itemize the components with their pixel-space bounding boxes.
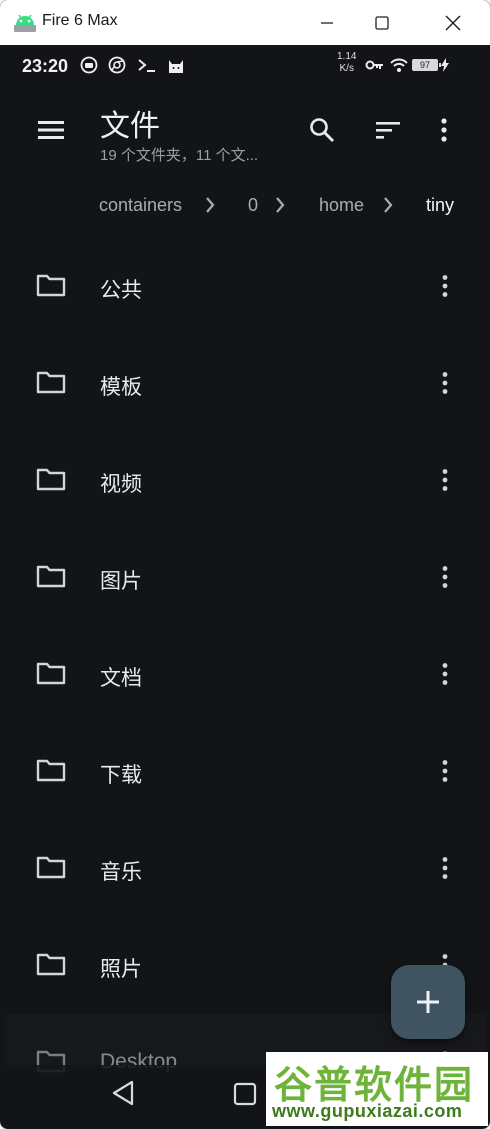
window-title-bar[interactable]: Fire 6 Max bbox=[0, 0, 490, 45]
file-row[interactable]: 公共 bbox=[4, 238, 486, 335]
file-name: 下载 bbox=[100, 764, 142, 787]
folder-icon bbox=[36, 662, 66, 685]
page-subtitle: 19 个文件夹，11 个文... bbox=[100, 147, 259, 164]
plus-icon bbox=[417, 991, 439, 1013]
minimize-button[interactable] bbox=[312, 8, 342, 38]
file-row[interactable]: 模板 bbox=[4, 335, 486, 432]
notification-icon bbox=[80, 56, 98, 74]
search-button[interactable] bbox=[304, 112, 340, 148]
file-more-button[interactable] bbox=[430, 753, 460, 789]
file-row[interactable]: 下载 bbox=[4, 723, 486, 820]
chevron-right-icon bbox=[384, 197, 393, 213]
file-name: 公共 bbox=[100, 279, 142, 302]
maximize-button[interactable] bbox=[367, 8, 397, 38]
window-title: Fire 6 Max bbox=[42, 12, 118, 29]
overflow-menu-button[interactable] bbox=[426, 112, 462, 148]
more-vert-icon bbox=[442, 275, 448, 297]
file-row[interactable]: 文档 bbox=[4, 626, 486, 723]
breadcrumb-current[interactable]: tiny bbox=[426, 195, 454, 216]
maximize-icon bbox=[375, 16, 389, 30]
cat-icon bbox=[169, 60, 183, 73]
folder-icon bbox=[36, 371, 66, 394]
file-name: 文档 bbox=[100, 667, 142, 690]
status-clock: 23:20 bbox=[22, 56, 69, 76]
file-more-button[interactable] bbox=[430, 365, 460, 401]
file-row[interactable]: 视频 bbox=[4, 432, 486, 529]
chevron-right-icon bbox=[206, 197, 215, 213]
file-name: 视频 bbox=[100, 473, 142, 496]
file-more-button[interactable] bbox=[430, 656, 460, 692]
folder-icon bbox=[36, 856, 66, 879]
watermark: 谷普软件园 www.gupuxiazai.com bbox=[266, 1052, 488, 1126]
breadcrumb-item[interactable]: home bbox=[319, 195, 364, 216]
folder-icon bbox=[36, 953, 66, 976]
home-icon[interactable] bbox=[232, 1081, 258, 1107]
file-row[interactable]: 图片 bbox=[4, 529, 486, 626]
close-button[interactable] bbox=[438, 8, 468, 38]
file-name: 图片 bbox=[100, 570, 142, 593]
search-icon bbox=[310, 118, 335, 143]
folder-icon bbox=[36, 759, 66, 782]
menu-icon[interactable] bbox=[34, 113, 68, 147]
more-vert-icon bbox=[442, 469, 448, 491]
folder-icon bbox=[36, 274, 66, 297]
breadcrumb: containers 0 home tiny bbox=[4, 185, 486, 225]
file-row[interactable]: 音乐 bbox=[4, 820, 486, 917]
chevron-right-icon bbox=[276, 197, 285, 213]
status-bar: 23:20 1.14 K/s 97 bbox=[4, 45, 486, 85]
back-icon[interactable] bbox=[110, 1079, 136, 1107]
more-vert-icon bbox=[442, 372, 448, 394]
more-vert-icon bbox=[442, 663, 448, 685]
file-more-button[interactable] bbox=[430, 268, 460, 304]
file-more-button[interactable] bbox=[430, 462, 460, 498]
breadcrumb-item[interactable]: 0 bbox=[248, 195, 258, 216]
page-title: 文件 bbox=[100, 110, 160, 143]
charging-icon bbox=[441, 58, 449, 72]
sort-icon bbox=[376, 122, 400, 139]
app-bar: 文件 19 个文件夹，11 个文... bbox=[4, 85, 486, 181]
battery-indicator: 97 bbox=[412, 59, 441, 71]
file-name: 照片 bbox=[100, 958, 142, 981]
close-icon bbox=[445, 15, 461, 31]
folder-icon bbox=[36, 565, 66, 588]
more-vert-icon bbox=[442, 566, 448, 588]
emulator-window: Fire 6 Max 23:20 1.14 K/s 97 文件 19 个文件夹，… bbox=[0, 0, 490, 1129]
file-name: 音乐 bbox=[100, 861, 142, 884]
file-more-button[interactable] bbox=[430, 850, 460, 886]
breadcrumb-item[interactable]: containers bbox=[99, 195, 182, 216]
more-vert-icon bbox=[441, 118, 447, 142]
more-vert-icon bbox=[442, 760, 448, 782]
android-screen: 23:20 1.14 K/s 97 文件 19 个文件夹，11 个文... co… bbox=[4, 45, 486, 1125]
sort-button[interactable] bbox=[370, 112, 406, 148]
add-fab-button[interactable] bbox=[391, 965, 465, 1039]
folder-icon bbox=[36, 468, 66, 491]
speed-value: 1.14 bbox=[337, 51, 357, 62]
wifi-icon bbox=[390, 58, 408, 72]
more-vert-icon bbox=[442, 857, 448, 879]
file-name: 模板 bbox=[100, 376, 142, 399]
watermark-url: www.gupuxiazai.com bbox=[272, 1101, 463, 1121]
android-icon bbox=[14, 14, 36, 32]
network-speed: 1.14 K/s bbox=[337, 51, 356, 75]
chrome-icon bbox=[108, 56, 126, 74]
file-more-button[interactable] bbox=[430, 559, 460, 595]
minimize-icon bbox=[321, 22, 333, 24]
terminal-icon bbox=[138, 59, 155, 72]
vpn-key-icon bbox=[365, 60, 383, 70]
speed-unit: K/s bbox=[339, 63, 354, 74]
